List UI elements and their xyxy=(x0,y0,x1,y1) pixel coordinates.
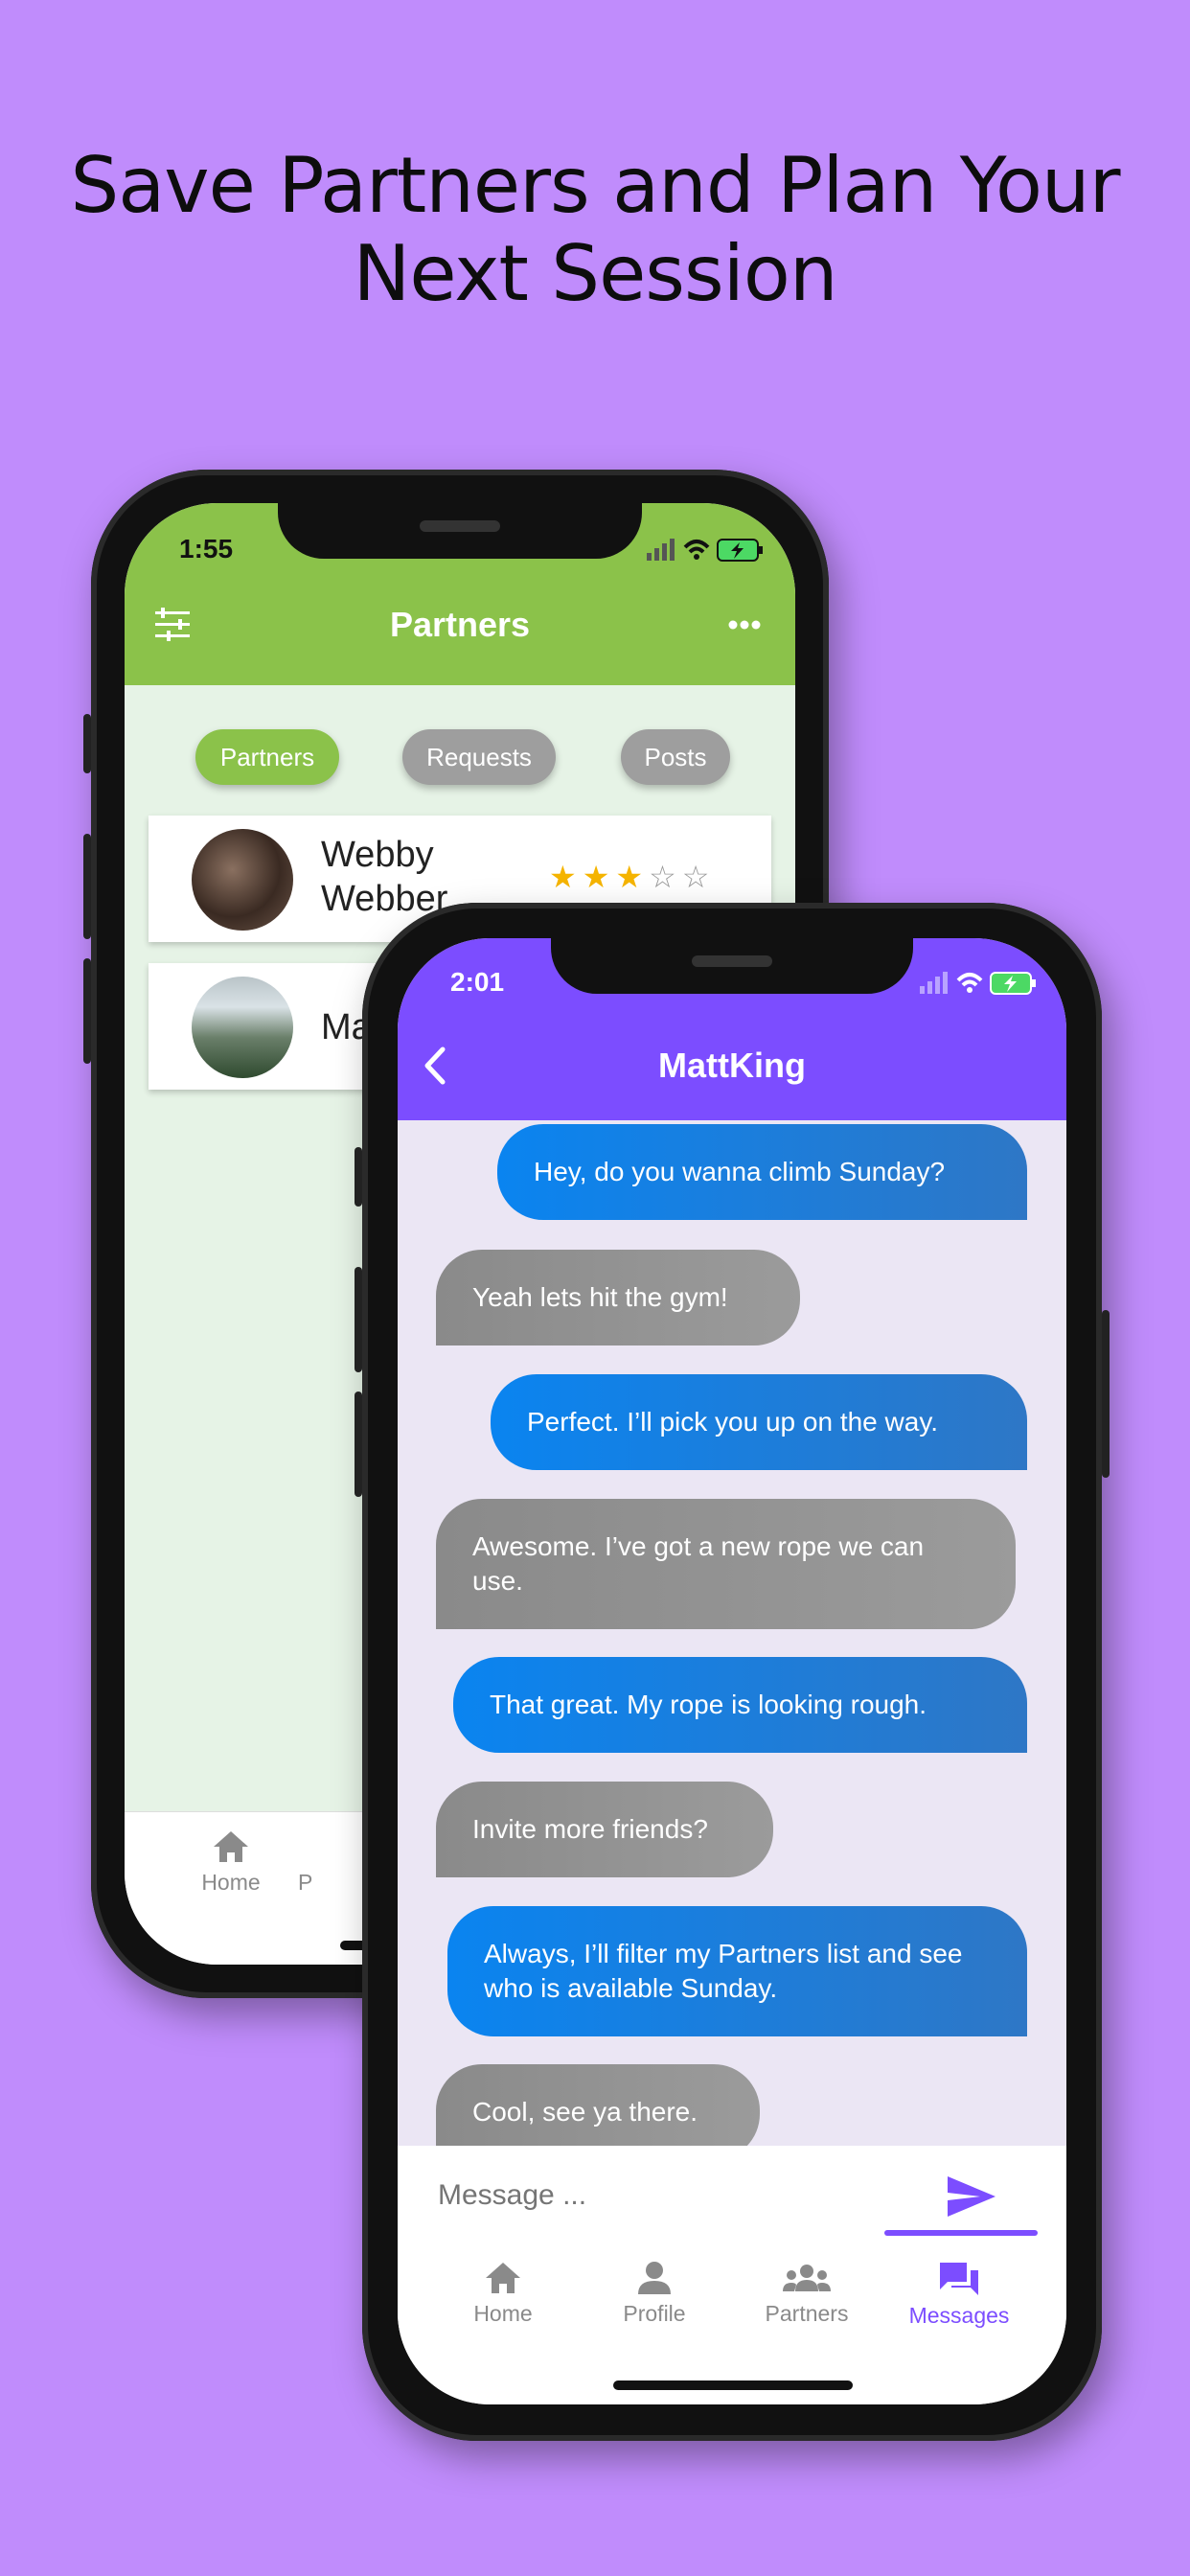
star-filled-icon: ★ xyxy=(615,860,650,894)
chat-title: MattKing xyxy=(658,1046,806,1085)
status-icons xyxy=(647,534,771,563)
volume-up-button xyxy=(355,1267,362,1372)
partners-title: Partners xyxy=(389,605,531,644)
nav-profile-label: P xyxy=(298,1870,313,1895)
nav-messages-label: Messages xyxy=(908,2303,1010,2328)
chat-phone: 2:01 MattKing Hey, do you wanna climb Su… xyxy=(355,903,1110,2441)
chat-screen: 2:01 MattKing Hey, do you wanna climb Su… xyxy=(398,938,1066,2404)
mute-switch xyxy=(355,1147,362,1207)
avatar xyxy=(192,977,293,1078)
nav-partners-label: Partners xyxy=(765,2301,849,2326)
star-rating: ★★★☆☆ xyxy=(549,859,715,895)
nav-messages[interactable]: Messages xyxy=(892,2261,1026,2329)
nav-profile-label: Profile xyxy=(623,2301,686,2326)
mute-switch xyxy=(83,714,91,773)
chevron-left-icon[interactable] xyxy=(422,1046,446,1085)
message-input[interactable] xyxy=(436,2173,861,2219)
nav-home[interactable]: Home xyxy=(164,1829,298,1896)
status-time: 1:55 xyxy=(179,534,234,564)
message-received: Awesome. I’ve got a new rope we can use. xyxy=(436,1499,1016,1629)
headline-line-2: Next Session xyxy=(353,229,837,318)
home-icon xyxy=(214,1831,248,1862)
status-time: 2:01 xyxy=(450,967,505,997)
message-sent: Perfect. I’ll pick you up on the way. xyxy=(491,1374,1027,1470)
home-icon xyxy=(486,2263,520,2293)
speaker xyxy=(692,955,772,967)
nav-home[interactable]: Home xyxy=(436,2261,570,2327)
volume-up-button xyxy=(83,834,91,939)
message-received: Yeah lets hit the gym! xyxy=(436,1250,800,1346)
speaker xyxy=(420,520,500,532)
volume-down-button xyxy=(83,958,91,1064)
volume-down-button xyxy=(355,1392,362,1497)
chat-icon xyxy=(940,2263,978,2295)
tab-requests[interactable]: Requests xyxy=(402,729,556,785)
home-indicator xyxy=(613,2380,853,2390)
avatar xyxy=(192,829,293,931)
notch xyxy=(551,938,913,994)
send-icon[interactable] xyxy=(946,2174,997,2219)
send-underline xyxy=(884,2230,1038,2236)
headline: Save Partners and Plan Your Next Session xyxy=(0,142,1190,318)
star-filled-icon: ★ xyxy=(582,860,616,894)
star-empty-icon: ☆ xyxy=(681,860,716,894)
partner-name-line-1: Webby xyxy=(321,835,434,875)
message-received: Cool, see ya there. xyxy=(436,2064,760,2146)
profile-icon xyxy=(638,2262,671,2294)
star-empty-icon: ☆ xyxy=(649,860,682,894)
filter-sliders-icon[interactable] xyxy=(153,607,192,641)
tab-posts[interactable]: Posts xyxy=(621,729,730,785)
nav-home-label: Home xyxy=(201,1870,261,1895)
nav-partners[interactable]: Partners xyxy=(740,2261,874,2327)
star-filled-icon: ★ xyxy=(549,860,583,894)
message-composer xyxy=(398,2146,1066,2242)
group-icon xyxy=(783,2265,831,2291)
notch xyxy=(278,503,642,559)
status-icons xyxy=(920,967,1044,996)
nav-profile[interactable]: P xyxy=(298,1829,336,1896)
message-sent: Always, I’ll filter my Partners list and… xyxy=(447,1906,1027,2036)
message-list: Hey, do you wanna climb Sunday? Yeah let… xyxy=(398,1120,1066,2146)
power-button xyxy=(1102,1310,1110,1478)
more-horizontal-icon[interactable] xyxy=(728,618,761,630)
message-sent: That great. My rope is looking rough. xyxy=(453,1657,1027,1753)
message-sent: Hey, do you wanna climb Sunday? xyxy=(497,1124,1027,1220)
message-received: Invite more friends? xyxy=(436,1782,773,1877)
nav-profile[interactable]: Profile xyxy=(587,2261,721,2327)
nav-home-label: Home xyxy=(473,2301,533,2326)
headline-line-1: Save Partners and Plan Your xyxy=(70,141,1121,230)
tab-partners[interactable]: Partners xyxy=(195,729,339,785)
